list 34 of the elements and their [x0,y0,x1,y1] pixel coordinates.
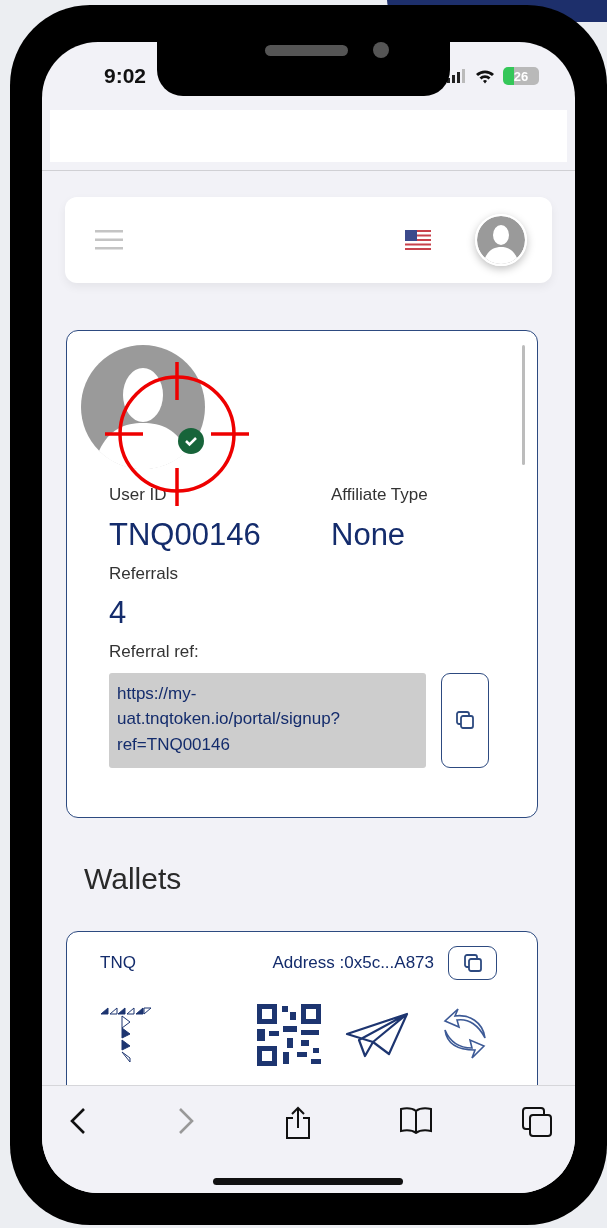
avatar-icon[interactable] [475,214,527,266]
status-time: 9:02 [104,63,147,90]
tabs-button[interactable] [521,1106,553,1138]
tabs-icon [521,1106,553,1138]
field-value: TNQ00146 [109,515,262,553]
field-label: Referral ref: [109,641,200,664]
copy-icon [455,710,475,731]
back-icon [68,1106,88,1136]
scrollbar[interactable] [522,345,525,465]
bookmarks-button[interactable] [399,1106,434,1134]
wifi-icon [475,68,495,84]
camera-dot [373,42,389,58]
section-title: Wallets [84,861,183,897]
field-label: Referrals [109,562,179,585]
token-logo-icon [100,1007,152,1063]
back-button[interactable] [68,1106,88,1136]
signal-icon [447,69,467,83]
qr-code-icon[interactable] [257,1004,321,1066]
book-icon [399,1106,434,1134]
field-label: Affiliate Type [331,484,429,506]
flag-icon[interactable] [405,230,431,250]
paper-plane-icon[interactable] [345,1012,409,1058]
referral-link-field[interactable]: https://my-uat.tnqtoken.io/portal/signup?ref=TNQ00146 [109,672,426,768]
wallet-address: Address :0x5c...A873 [272,952,434,975]
copy-button[interactable] [448,946,497,980]
avatar-icon [81,345,206,470]
share-button[interactable] [283,1106,312,1140]
field-value: None [331,515,407,553]
battery-indicator: 26 [503,67,539,85]
wallet-symbol: TNQ [100,952,136,975]
field-value: 4 [109,594,128,632]
share-icon [283,1106,312,1140]
copy-icon [462,953,483,973]
copy-button[interactable] [441,672,489,768]
